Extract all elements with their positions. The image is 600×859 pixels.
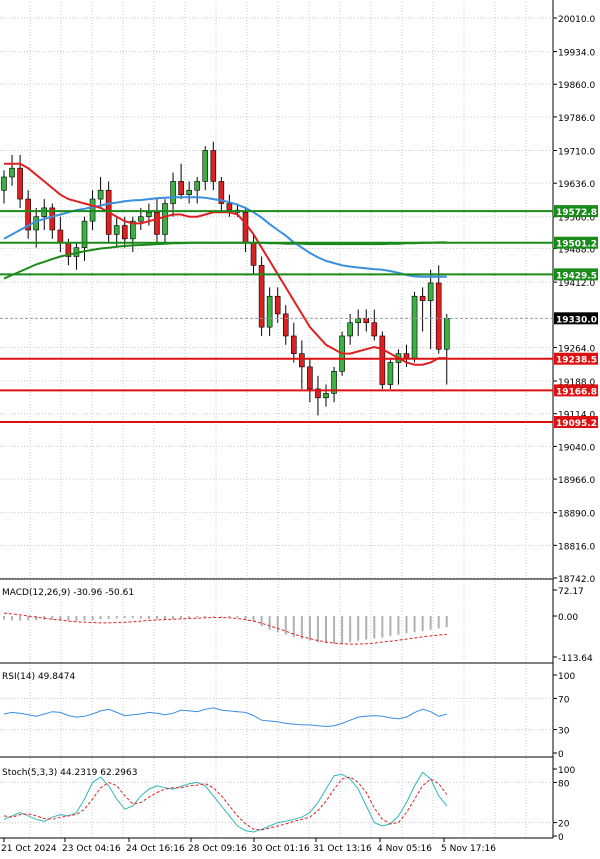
candle-down [379,335,386,385]
level-tag-label: 19429.5 [556,271,597,281]
x-tick-label: 5 Nov 17:16 [441,844,496,854]
candle-up [113,225,120,235]
x-tick-label: 21 Oct 2024 [1,844,57,854]
macd-tick-label: -113.64 [558,654,593,664]
candle-up [97,189,104,200]
candle-down [17,167,23,200]
candle-up [427,282,434,301]
x-tick-label: 30 Oct 01:16 [251,844,310,854]
candle-up [323,393,329,399]
level-tag-label: 19238.5 [556,356,597,366]
level-tag-label: 19095.2 [556,419,597,429]
candle-down [154,212,160,235]
rsi-label: RSI(14) 49.8474 [2,672,75,682]
candle-down [363,318,370,324]
candle-down [290,335,297,354]
price-tick-label: 19786.0 [558,114,595,124]
candle-up [387,362,394,385]
candle-up [355,318,362,324]
rsi-tick-label: 100 [558,672,575,682]
candle-down [299,353,305,368]
candle-up [202,150,209,182]
macd-tick-label: 72.17 [558,587,584,597]
candle-down [226,203,233,211]
level-tag-label: 19572.8 [556,208,597,218]
x-tick-label: 4 Nov 05:16 [377,844,432,854]
x-tick-label: 28 Oct 09:16 [188,844,247,854]
x-tick-label: 24 Oct 16:16 [126,844,185,854]
candle-up [443,318,450,350]
candle-down [307,366,313,390]
candle-up [266,295,273,328]
current-price-label: 19330.0 [556,315,597,325]
price-tick-label: 18742.0 [558,575,595,585]
candle-down [242,212,249,244]
rsi-tick-label: 0 [558,750,564,760]
price-tick-label: 18816.0 [558,542,595,552]
stoch-label: Stoch(5,3,3) 44.2319 62.2963 [2,768,137,778]
stoch-tick-label: 20 [558,820,570,830]
candle-down [403,353,410,359]
stoch-tick-label: 80 [558,779,570,789]
rsi-tick-label: 30 [558,727,570,737]
price-tick-label: 20010.0 [558,15,595,25]
rsi-tick-label: 70 [558,695,570,705]
level-tag-label: 19166.8 [556,387,597,397]
x-tick-label: 31 Oct 13:16 [313,844,372,854]
candle-down [371,322,378,337]
candle-up [411,295,418,359]
candle-down [57,229,64,244]
price-tick-label: 19860.0 [558,81,595,91]
trading-chart: 20010.0 19934.0 19860.0 19786.0 19710.0 19636… [0,0,600,859]
price-tick-label: 19710.0 [558,147,595,157]
candle-up [41,207,48,218]
candle-down [435,282,442,350]
price-tick-label: 19040.0 [558,443,595,453]
price-tick-label: 19934.0 [558,49,595,59]
price-tick-label: 18890.0 [558,510,595,520]
candle-down [282,313,289,337]
candle-up [347,322,353,337]
candle-up [170,181,176,204]
candle-up [1,176,7,191]
candle-down [419,295,426,301]
candle-up [138,216,144,222]
price-tick-label: 18966.0 [558,476,595,486]
stoch-tick-label: 100 [558,766,575,776]
candle-down [178,181,184,195]
candle-up [162,203,168,235]
x-tick-label: 23 Oct 04:16 [62,844,121,854]
candle-up [186,189,192,195]
candle-down [210,150,217,182]
candle-up [33,216,40,231]
candle-down [121,225,128,240]
candle-down [250,242,257,266]
level-tag-label: 19501.2 [556,240,597,250]
price-tick-label: 19636.0 [558,180,595,190]
candle-up [194,181,200,191]
candle-down [274,295,281,315]
macd-tick-label: 0.00 [558,613,578,623]
candle-up [9,167,15,178]
macd-label: MACD(12,26,9) -30.96 -50.61 [2,588,134,598]
candle-up [146,212,152,218]
stoch-tick-label: 0 [558,833,564,843]
